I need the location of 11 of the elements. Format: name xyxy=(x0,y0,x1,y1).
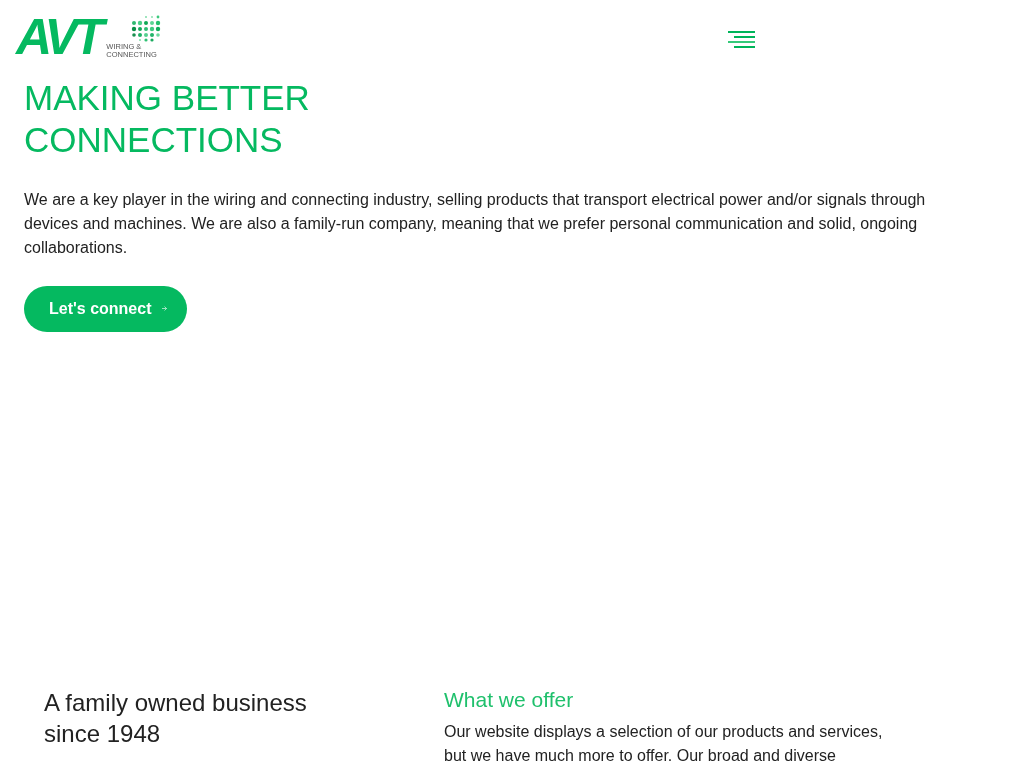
offer-text: Our website displays a selection of our products and services, but we have much more to offer. Our broad and diverse xyxy=(444,722,884,766)
connect-button[interactable]: Let's connect xyxy=(24,285,187,332)
hero-text: We are a key player in the wiring and connecting industry, selling products that transport electrical power and/or signals through devices and machines. We are also a family-run company, meaning that we prefer personal communication and solid, ongoing collaborations. xyxy=(24,189,927,258)
dot-grid-icon xyxy=(130,14,163,42)
menu-button[interactable] xyxy=(728,30,756,48)
hero-heading: MAKING BETTER CONNECTIONS xyxy=(24,76,311,161)
offer-heading: What we offer xyxy=(444,687,575,713)
menu-icon xyxy=(728,30,756,48)
logo-wordmark[interactable]: AVT xyxy=(16,15,103,59)
about-heading: A family owned business since 1948 xyxy=(44,688,308,749)
arrow-icon xyxy=(162,306,167,312)
